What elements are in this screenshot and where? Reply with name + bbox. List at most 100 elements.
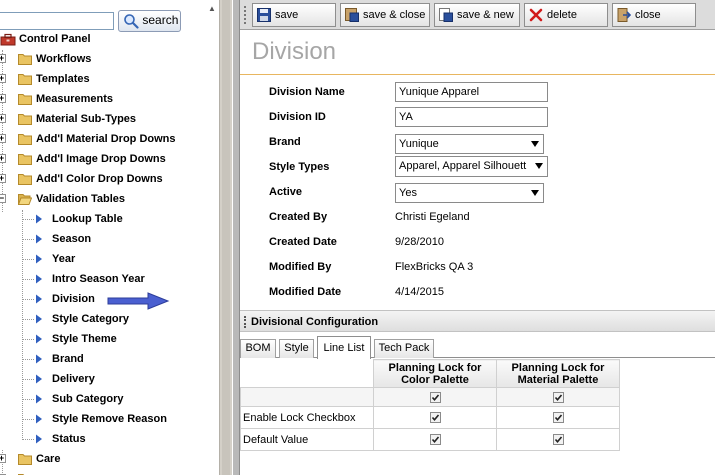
tree-child-lookup-table[interactable]: Lookup Table: [0, 209, 219, 229]
checkbox-checked-icon[interactable]: [552, 434, 564, 446]
grid-corner: [240, 359, 374, 388]
folder-icon: [18, 154, 32, 165]
close-button[interactable]: close: [612, 3, 696, 27]
tab-tech-pack[interactable]: Tech Pack: [374, 339, 434, 358]
tree-connector: [22, 359, 34, 360]
tree-child-style-remove-reason[interactable]: Style Remove Reason: [0, 409, 219, 429]
panel-divider: [233, 0, 240, 475]
grid-cell: [373, 428, 497, 451]
tree-item-addl-color-drop-downs[interactable]: + Add'l Color Drop Downs: [0, 169, 219, 189]
tree-root-control-panel[interactable]: Control Panel: [0, 29, 219, 49]
column-header-material-palette: Planning Lock for Material Palette: [496, 359, 620, 388]
grid-header-row: Planning Lock for Color Palette Planning…: [240, 359, 620, 388]
tree-item-label: Workflows: [36, 53, 92, 65]
grid-row-default-value: Default Value: [240, 428, 620, 451]
chevron-down-icon: [531, 190, 539, 196]
tree-item-validation-tables[interactable]: − Validation Tables: [0, 189, 219, 209]
save-close-button[interactable]: save & close: [340, 3, 430, 27]
tree-item-templates[interactable]: + Templates: [0, 69, 219, 89]
tree-item-addl-image-drop-downs[interactable]: + Add'l Image Drop Downs: [0, 149, 219, 169]
checkbox-checked-icon[interactable]: [429, 434, 441, 446]
style-types-select-value: Apparel, Apparel Silhouett: [399, 160, 527, 172]
arrow-right-icon: [36, 294, 42, 304]
tree-item-label: Templates: [36, 73, 90, 85]
created-by-label: Created By: [269, 211, 328, 223]
expand-plus-icon[interactable]: +: [0, 454, 6, 463]
collapse-minus-icon[interactable]: −: [0, 194, 6, 203]
tree-child-intro-season-year[interactable]: Intro Season Year: [0, 269, 219, 289]
tree-child-label: Season: [52, 233, 92, 245]
tree-connector: [22, 339, 34, 340]
tree-child-status[interactable]: Status: [0, 429, 219, 449]
expand-plus-icon[interactable]: +: [0, 134, 6, 143]
tree-item-care[interactable]: + Care: [0, 449, 219, 469]
arrow-right-icon: [36, 414, 42, 424]
tree-item-measurements[interactable]: + Measurements: [0, 89, 219, 109]
tab-style[interactable]: Style: [279, 339, 314, 358]
division-name-input[interactable]: [395, 82, 548, 102]
section-grip: [244, 316, 246, 328]
tree-child-sub-category[interactable]: Sub Category: [0, 389, 219, 409]
checkbox-checked-icon[interactable]: [429, 412, 441, 424]
tree-child-year[interactable]: Year: [0, 249, 219, 269]
tree-child-label: Style Theme: [52, 333, 117, 345]
division-id-label: Division ID: [269, 111, 326, 123]
navigation-tree-panel: search ▲ Control Panel + Workflows + Tem…: [0, 0, 219, 475]
checkbox-checked-icon[interactable]: [552, 412, 564, 424]
folder-open-icon: [18, 194, 32, 205]
active-select[interactable]: Yes: [395, 183, 544, 203]
delete-button-label: delete: [547, 9, 577, 21]
style-types-select[interactable]: Apparel, Apparel Silhouett: [395, 156, 548, 177]
search-button-label: search: [142, 13, 179, 28]
expand-plus-icon[interactable]: +: [0, 94, 6, 103]
tree-connector: [22, 299, 34, 300]
tree-item-addl-material-drop-downs[interactable]: + Add'l Material Drop Downs: [0, 129, 219, 149]
column-header-line: Material Palette: [517, 373, 599, 386]
door-close-icon: [617, 8, 631, 22]
search-input[interactable]: [0, 12, 114, 30]
division-id-input[interactable]: [395, 107, 548, 127]
tree-child-label: Style Category: [52, 313, 130, 325]
folder-icon: [18, 114, 32, 125]
expand-plus-icon[interactable]: +: [0, 154, 6, 163]
tree-child-style-theme[interactable]: Style Theme: [0, 329, 219, 349]
save-new-button[interactable]: save & new: [434, 3, 520, 27]
tree-child-style-category[interactable]: Style Category: [0, 309, 219, 329]
tree-child-delivery[interactable]: Delivery: [0, 369, 219, 389]
tree-connector: [22, 219, 34, 220]
folder-icon: [18, 54, 32, 65]
tree-item-label: Care: [36, 453, 61, 465]
arrow-right-icon: [36, 234, 42, 244]
tree-item-workflows[interactable]: + Workflows: [0, 49, 219, 69]
tree-item-partial: +: [0, 469, 219, 475]
folder-icon: [18, 454, 32, 465]
delete-button[interactable]: delete: [524, 3, 608, 27]
column-header-line: Planning Lock for: [511, 361, 605, 374]
expand-plus-icon[interactable]: +: [0, 114, 6, 123]
column-header-line: Planning Lock for: [388, 361, 482, 374]
tab-line-list[interactable]: Line List: [317, 336, 371, 359]
tree-child-label: Lookup Table: [52, 213, 123, 225]
tree-child-brand[interactable]: Brand: [0, 349, 219, 369]
page-title: Division: [252, 38, 337, 65]
splitter-grip[interactable]: [222, 0, 230, 475]
expand-plus-icon[interactable]: +: [0, 174, 6, 183]
tree-item-material-sub-types[interactable]: + Material Sub-Types: [0, 109, 219, 129]
tab-bom[interactable]: BOM: [240, 339, 276, 358]
expand-plus-icon[interactable]: +: [0, 74, 6, 83]
save-button[interactable]: save: [252, 3, 336, 27]
tree-connector: [22, 439, 34, 440]
panel-splitter[interactable]: [219, 0, 233, 475]
tree-child-season[interactable]: Season: [0, 229, 219, 249]
grid-cell: [496, 406, 620, 429]
scroll-up-icon[interactable]: ▲: [207, 4, 217, 14]
checkbox-checked-icon[interactable]: [552, 391, 564, 403]
expand-plus-icon[interactable]: +: [0, 54, 6, 63]
line-list-grid: Planning Lock for Color Palette Planning…: [240, 359, 620, 451]
tree-child-label: Sub Category: [52, 393, 124, 405]
toolbar-grip: [244, 6, 246, 24]
checkbox-checked-icon[interactable]: [429, 391, 441, 403]
brand-select[interactable]: Yunique: [395, 134, 544, 154]
toolbox-icon: [0, 33, 16, 46]
tree-item-label: Add'l Material Drop Downs: [36, 133, 176, 145]
